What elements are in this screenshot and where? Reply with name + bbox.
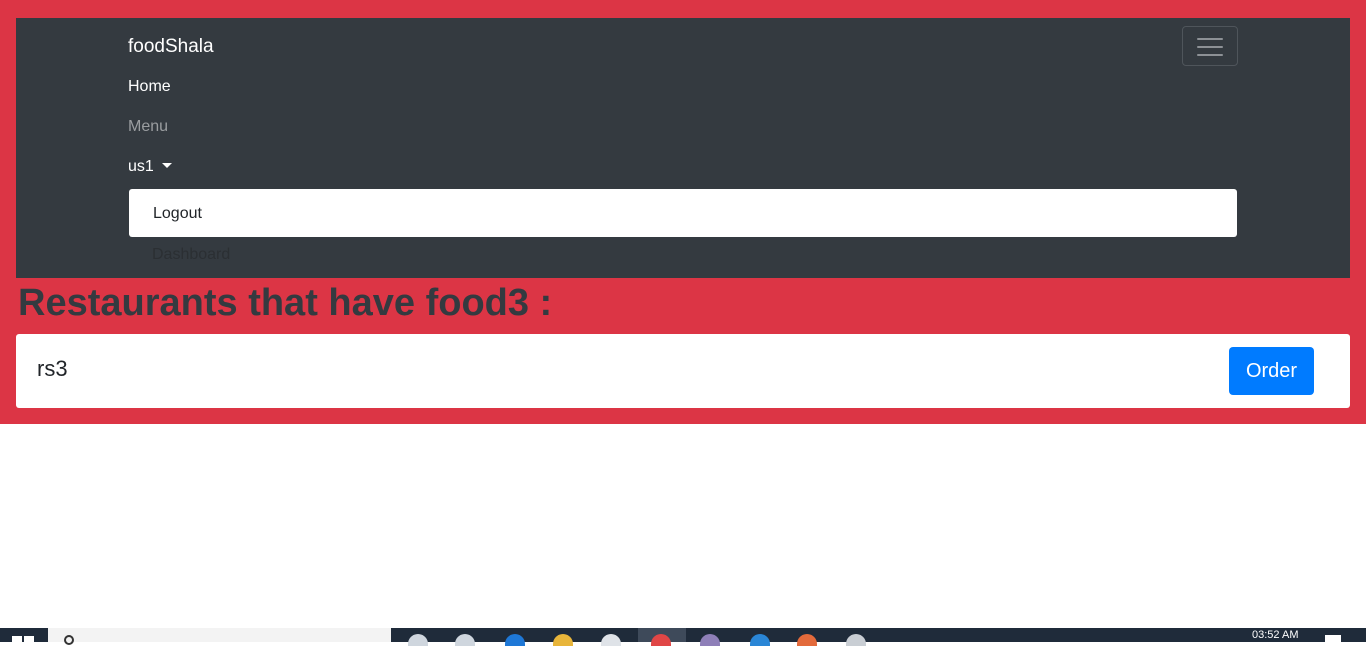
file-explorer-icon[interactable] <box>553 634 573 646</box>
order-button[interactable]: Order <box>1229 347 1314 395</box>
caret-down-icon <box>161 163 172 168</box>
logout-menu-item[interactable]: Logout <box>153 205 202 223</box>
app-icon[interactable] <box>797 634 817 646</box>
restaurant-name: rs3 <box>37 356 68 381</box>
edge-icon[interactable] <box>505 634 525 646</box>
navbar-toggler-button[interactable] <box>1182 26 1238 66</box>
user-dropdown-toggle[interactable]: us1 <box>128 158 172 176</box>
app-icon[interactable] <box>700 634 720 646</box>
nav-home-link[interactable]: Home <box>128 78 171 96</box>
notification-icon[interactable] <box>1325 635 1341 642</box>
app-icon[interactable] <box>846 634 866 646</box>
dashboard-menu-item[interactable]: Dashboard <box>152 246 230 264</box>
task-view-icon[interactable] <box>455 634 475 646</box>
cortana-icon[interactable] <box>408 634 428 646</box>
windows-start-icon[interactable] <box>12 636 34 642</box>
nav-menu-link[interactable]: Menu <box>128 118 168 136</box>
restaurant-card: rs3 Order <box>16 334 1350 408</box>
page-banner: foodShala Home Menu us1 Logout Dashboard… <box>0 0 1366 424</box>
taskbar-search-input[interactable] <box>48 628 391 645</box>
hamburger-icon <box>1197 38 1223 40</box>
navbar: foodShala Home Menu us1 Logout Dashboard <box>16 18 1350 278</box>
taskbar: 03:52 AM <box>0 628 1366 646</box>
search-icon <box>64 635 74 645</box>
store-icon[interactable] <box>601 634 621 646</box>
user-name: us1 <box>128 158 154 175</box>
brand-logo[interactable]: foodShala <box>128 36 214 58</box>
taskbar-clock[interactable]: 03:52 AM <box>1252 629 1298 641</box>
user-dropdown-menu: Logout <box>129 189 1237 237</box>
page-title: Restaurants that have food3 : <box>18 282 553 324</box>
vscode-icon[interactable] <box>750 634 770 646</box>
